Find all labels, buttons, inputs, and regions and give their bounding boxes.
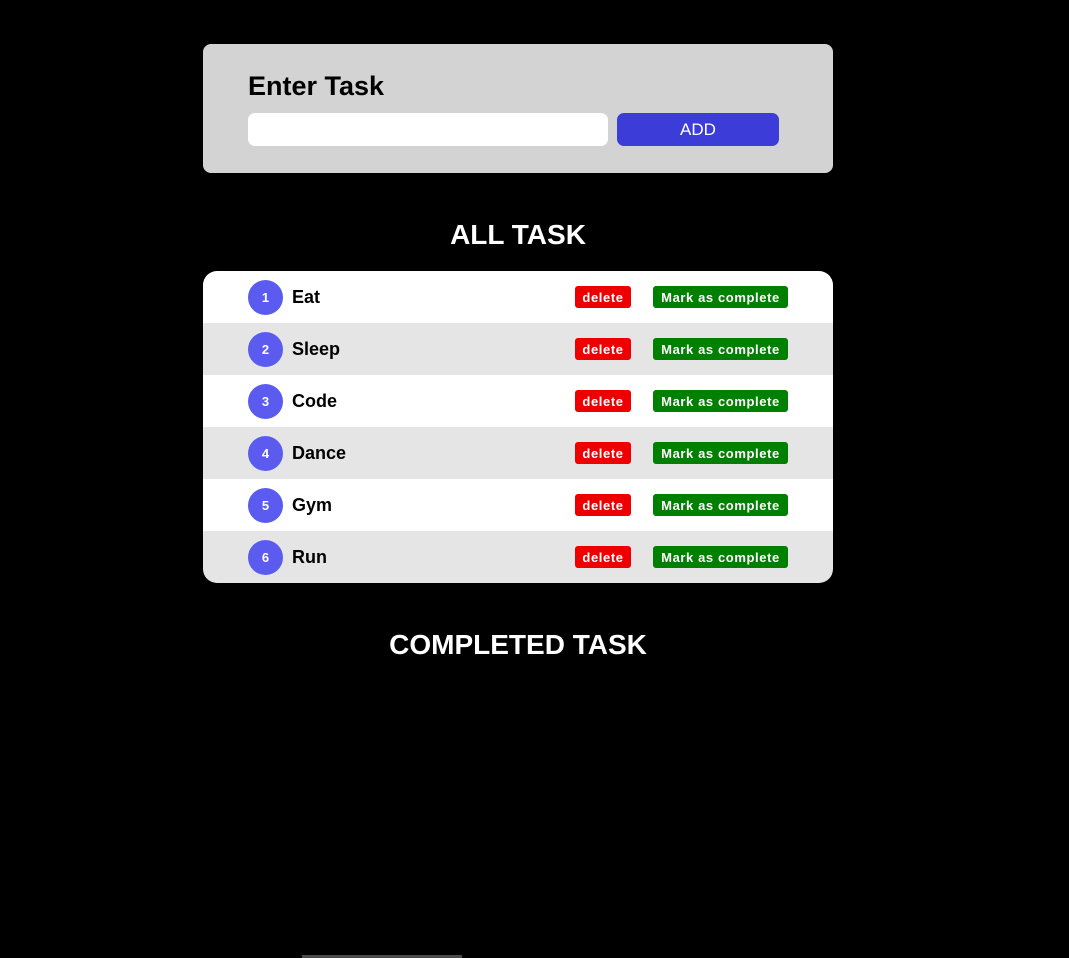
task-number-badge: 6	[248, 540, 283, 575]
task-name: Sleep	[292, 339, 341, 359]
mark-complete-button[interactable]: Mark as complete	[653, 286, 788, 308]
mark-complete-button[interactable]: Mark as complete	[653, 442, 788, 464]
delete-button[interactable]: delete	[575, 338, 631, 360]
delete-button[interactable]: delete	[575, 390, 631, 412]
all-task-heading: ALL TASK	[450, 219, 586, 250]
task-number-badge: 2	[248, 332, 283, 367]
delete-button[interactable]: delete	[575, 442, 631, 464]
task-row: 1 Eat delete Mark as complete	[203, 271, 833, 323]
task-number-badge: 1	[248, 280, 283, 315]
task-row: 3 Code delete Mark as complete	[203, 375, 833, 427]
task-row: 4 Dance delete Mark as complete	[203, 427, 833, 479]
completed-task-heading: COMPLETED TASK	[389, 629, 647, 660]
delete-button[interactable]: delete	[575, 286, 631, 308]
mark-complete-button[interactable]: Mark as complete	[653, 494, 788, 516]
task-name: Code	[292, 391, 337, 411]
task-name: Dance	[292, 443, 347, 463]
all-task-list: 1 Eat delete Mark as complete 2 Sleep de…	[203, 271, 833, 583]
task-name: Eat	[292, 287, 321, 307]
task-name: Run	[292, 547, 327, 567]
task-row: 6 Run delete Mark as complete	[203, 531, 833, 583]
mark-complete-button[interactable]: Mark as complete	[653, 546, 788, 568]
task-row: 5 Gym delete Mark as complete	[203, 479, 833, 531]
task-entry-card: Enter Task ADD	[203, 44, 833, 173]
mark-complete-button[interactable]: Mark as complete	[653, 338, 788, 360]
task-number-badge: 4	[248, 436, 283, 471]
task-number-badge: 3	[248, 384, 283, 419]
task-number-badge: 5	[248, 488, 283, 523]
delete-button[interactable]: delete	[575, 546, 631, 568]
task-row: 2 Sleep delete Mark as complete	[203, 323, 833, 375]
task-input[interactable]	[248, 113, 608, 146]
delete-button[interactable]: delete	[575, 494, 631, 516]
add-button[interactable]: ADD	[617, 113, 779, 146]
enter-task-heading: Enter Task	[248, 71, 385, 101]
mark-complete-button[interactable]: Mark as complete	[653, 390, 788, 412]
task-name: Gym	[292, 495, 333, 515]
